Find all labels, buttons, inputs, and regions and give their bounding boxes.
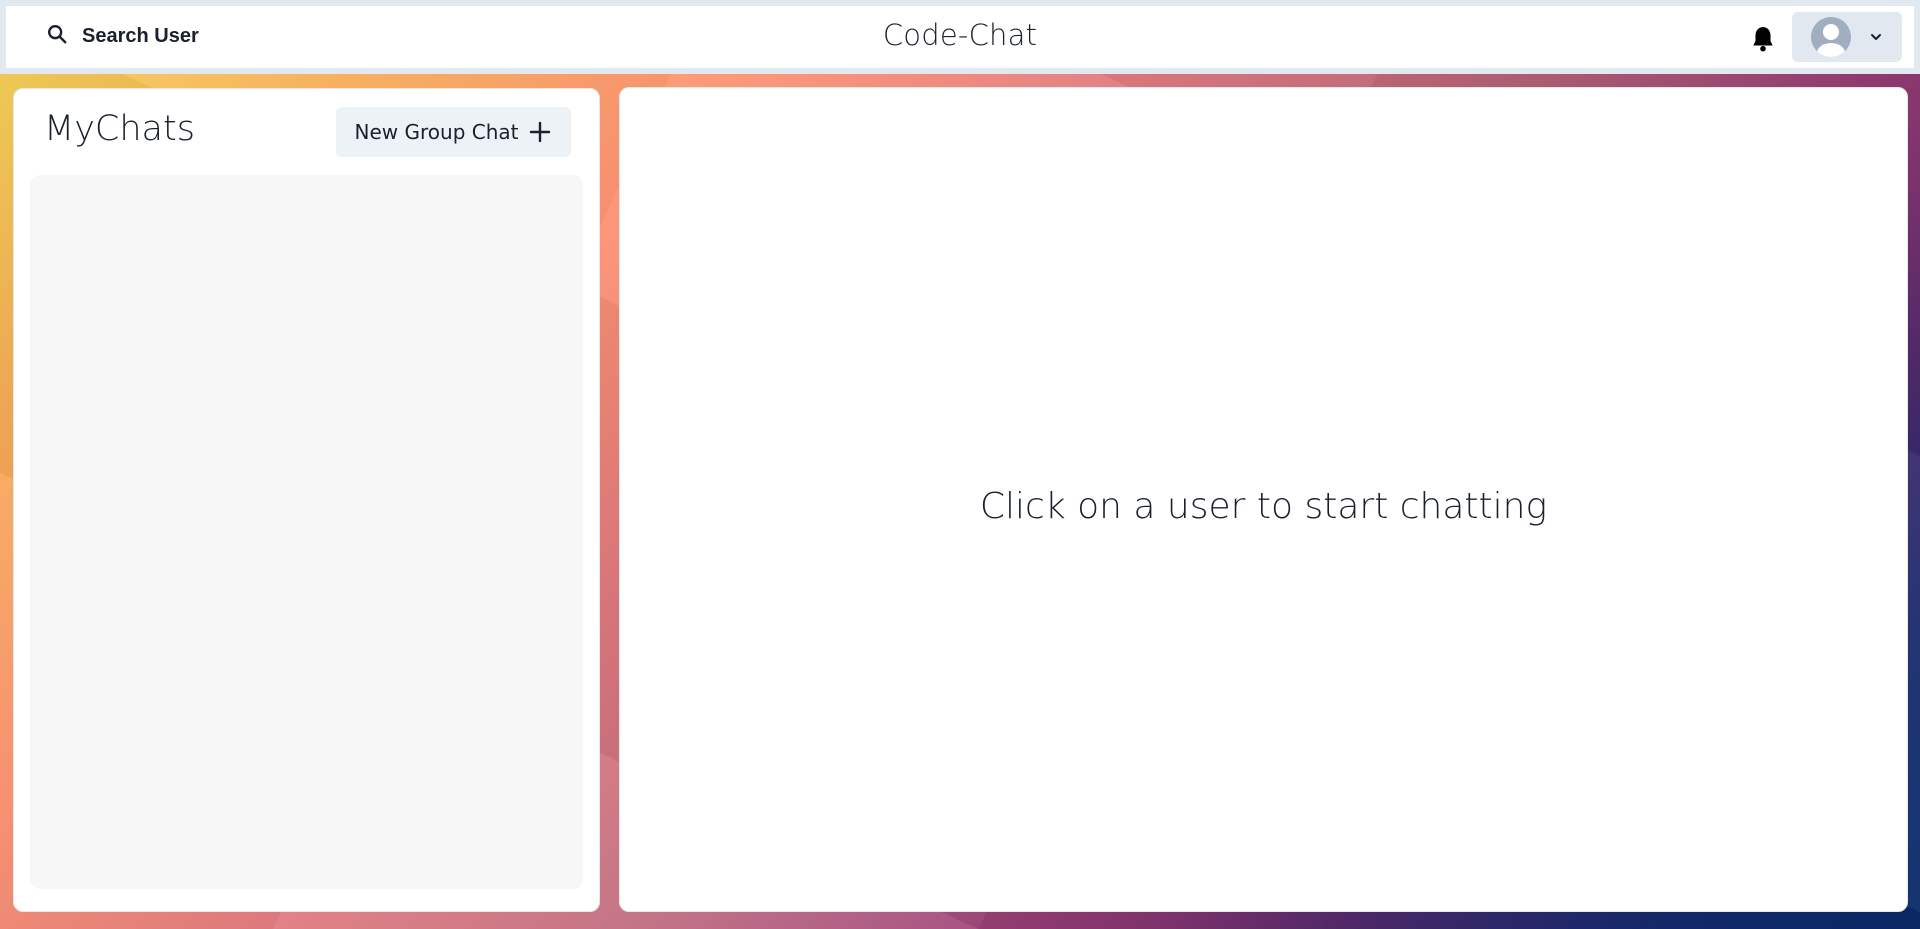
plus-icon xyxy=(528,120,552,144)
top-navbar: Search User Code-Chat xyxy=(0,0,1920,74)
bell-icon[interactable] xyxy=(1750,25,1776,53)
search-user-label: Search User xyxy=(82,24,199,47)
search-user-button[interactable]: Search User xyxy=(32,16,213,56)
new-group-chat-button[interactable]: New Group Chat xyxy=(336,107,571,157)
avatar xyxy=(1811,17,1851,57)
my-chats-title: MyChats xyxy=(44,109,195,149)
app-title: Code-Chat xyxy=(882,18,1038,52)
profile-menu-button[interactable] xyxy=(1792,12,1902,62)
my-chats-panel: MyChats New Group Chat xyxy=(13,88,600,912)
chevron-down-icon xyxy=(1869,30,1883,44)
empty-chat-message: Click on a user to start chatting xyxy=(979,486,1548,527)
search-icon xyxy=(46,23,68,50)
new-group-chat-label: New Group Chat xyxy=(354,120,519,144)
chat-area: Click on a user to start chatting xyxy=(619,87,1908,912)
chat-list[interactable] xyxy=(30,175,583,889)
